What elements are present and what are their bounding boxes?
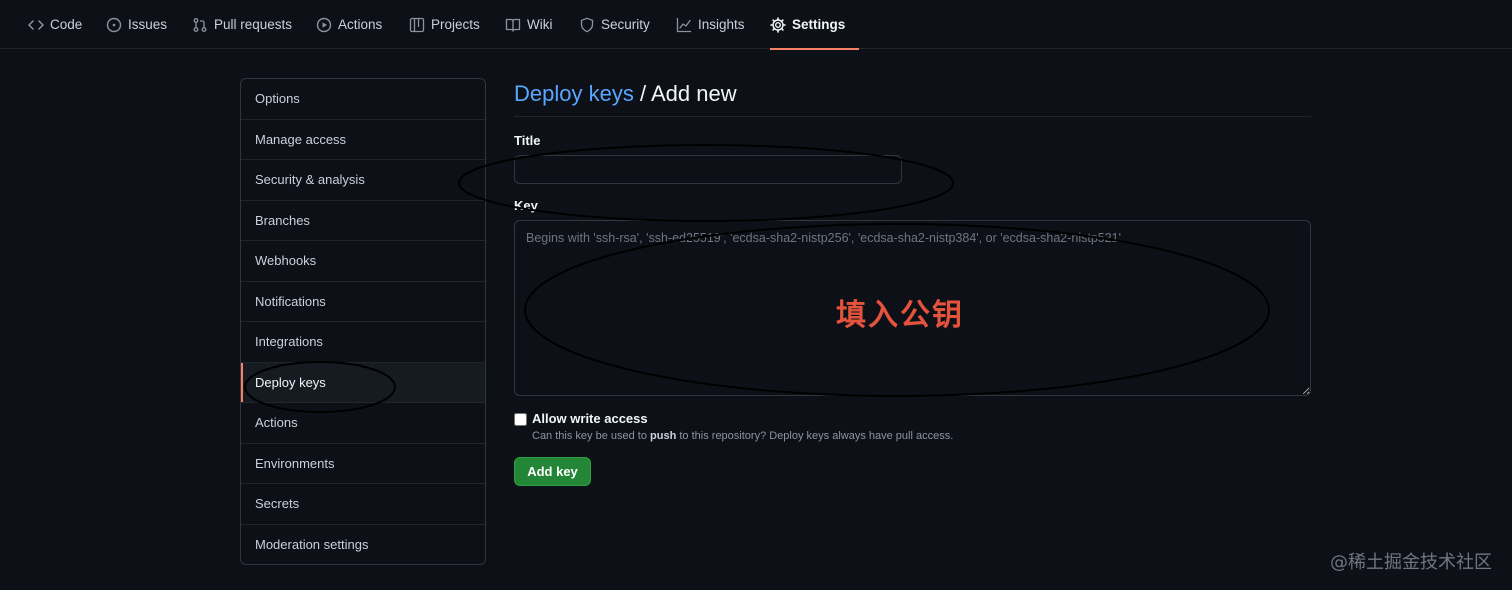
shield-icon: [579, 17, 595, 33]
note-push: push: [650, 430, 677, 442]
tab-insights-label: Insights: [698, 17, 745, 32]
sidebar-item-branches[interactable]: Branches: [241, 201, 485, 241]
tab-pull-requests[interactable]: Pull requests: [192, 0, 292, 49]
tab-security-label: Security: [601, 17, 650, 32]
tab-projects-label: Projects: [431, 17, 480, 32]
settings-sidebar: Options Manage access Security & analysi…: [240, 78, 486, 565]
sidebar-item-integrations[interactable]: Integrations: [241, 322, 485, 363]
tab-wiki-label: Wiki: [527, 17, 553, 32]
sidebar-item-deploy-keys[interactable]: Deploy keys: [241, 362, 485, 403]
key-textarea[interactable]: [514, 220, 1311, 396]
sidebar-item-manage-access[interactable]: Manage access: [241, 120, 485, 160]
code-icon: [28, 17, 44, 33]
tab-insights[interactable]: Insights: [676, 0, 745, 49]
book-icon: [505, 17, 521, 33]
note-pre: Can this key be used to: [532, 430, 647, 442]
page-title-rest: / Add new: [639, 81, 737, 106]
tab-wiki[interactable]: Wiki: [505, 0, 553, 49]
title-input[interactable]: [514, 155, 902, 184]
graph-icon: [676, 17, 692, 33]
sidebar-item-environments[interactable]: Environments: [241, 444, 485, 484]
tab-actions[interactable]: Actions: [316, 0, 382, 49]
tab-issues[interactable]: Issues: [106, 0, 167, 49]
tab-code[interactable]: Code: [28, 0, 82, 49]
allow-write-access-label[interactable]: Allow write access: [532, 411, 648, 426]
deploy-keys-link[interactable]: Deploy keys: [514, 81, 634, 106]
sidebar-item-security-analysis[interactable]: Security & analysis: [241, 160, 485, 201]
tab-settings[interactable]: Settings: [770, 0, 860, 50]
sidebar-item-secrets[interactable]: Secrets: [241, 484, 485, 525]
gear-icon: [770, 16, 786, 33]
sidebar-item-options[interactable]: Options: [241, 79, 485, 120]
sidebar-item-notifications[interactable]: Notifications: [241, 282, 485, 322]
tab-issues-label: Issues: [128, 17, 168, 32]
watermark: @稀土掘金技术社区: [1330, 552, 1492, 573]
sidebar-item-moderation-settings[interactable]: Moderation settings: [241, 525, 485, 565]
tab-security[interactable]: Security: [579, 0, 650, 49]
title-label: Title: [514, 133, 541, 148]
allow-write-access-checkbox[interactable]: [514, 413, 527, 426]
repo-nav: Code Issues Pull requests Actions Projec…: [0, 0, 1512, 50]
key-label: Key: [514, 198, 538, 213]
tab-code-label: Code: [50, 17, 83, 32]
note-post: to this repository? Deploy keys always h…: [679, 430, 954, 442]
tab-settings-label: Settings: [792, 17, 846, 32]
play-icon: [316, 17, 332, 33]
allow-write-access-note: Can this key be used to push to this rep…: [532, 430, 953, 442]
tab-actions-label: Actions: [338, 17, 383, 32]
sidebar-item-webhooks[interactable]: Webhooks: [241, 241, 485, 282]
add-key-button[interactable]: Add key: [514, 457, 591, 486]
git-pull-request-icon: [192, 17, 208, 33]
table-icon: [409, 17, 425, 33]
tab-pull-requests-label: Pull requests: [214, 17, 293, 32]
sidebar-item-actions[interactable]: Actions: [241, 403, 485, 444]
tab-projects[interactable]: Projects: [409, 0, 480, 49]
page-title: Deploy keys / Add new: [514, 78, 1311, 117]
issue-opened-icon: [106, 17, 122, 33]
